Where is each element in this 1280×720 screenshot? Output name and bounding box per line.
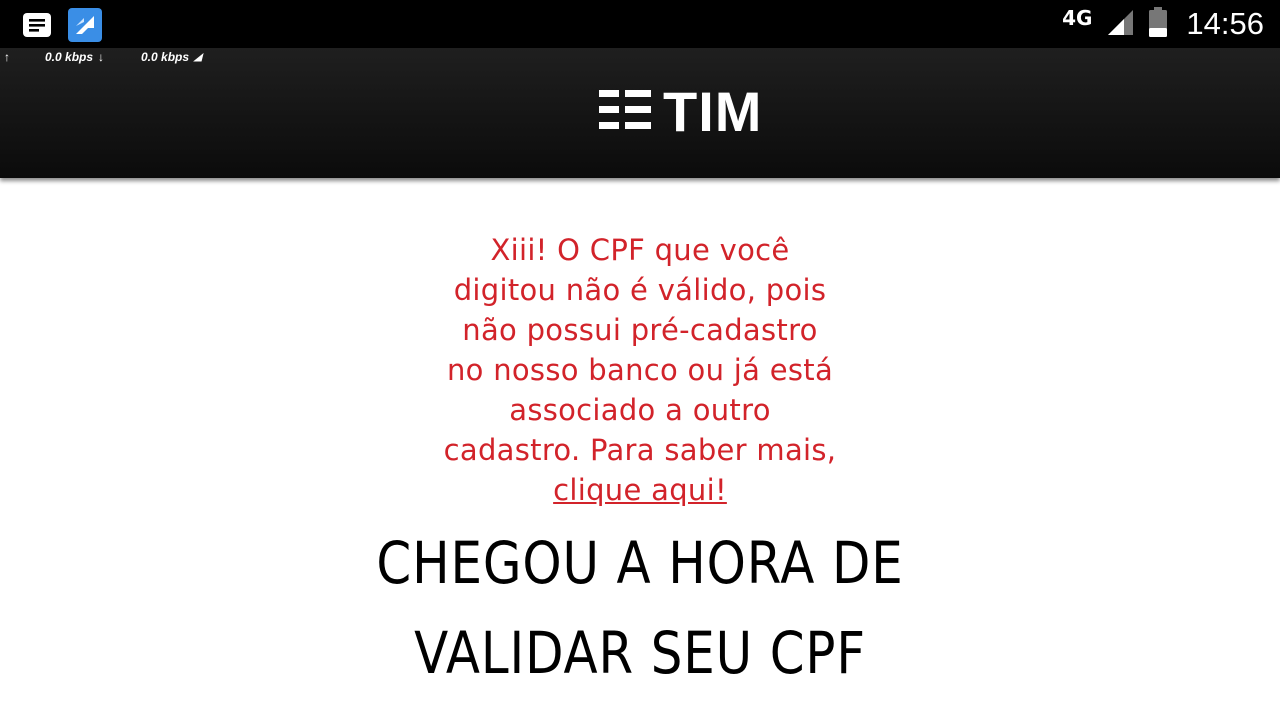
error-line: associado a outro <box>509 393 771 427</box>
mini-signal-icon: ◢ <box>194 52 202 63</box>
download-speed: 0.0 kbps <box>141 50 190 64</box>
tim-logo-mark-icon <box>599 88 651 136</box>
error-line: no nosso banco ou já está <box>446 353 834 387</box>
clock: 14:56 <box>1186 6 1264 41</box>
app-header: TIM <box>0 48 1280 178</box>
tim-logo-text: TIM <box>663 80 763 143</box>
click-here-link[interactable]: clique aqui! <box>553 473 727 507</box>
speed-indicator: ↑ 0.0 kbps ↓ 0.0 kbps ◢ <box>0 48 1280 66</box>
tim-logo: TIM <box>599 80 763 143</box>
status-left <box>22 8 102 42</box>
cpf-error-message: Xiii! O CPF que você digitou não é válid… <box>400 230 880 510</box>
app-icon <box>68 8 102 42</box>
notification-icon <box>22 12 52 38</box>
error-line: Xiii! O CPF que você <box>490 233 790 267</box>
error-line: não possui pré-cadastro <box>462 313 818 347</box>
network-type: 4G <box>1062 6 1093 30</box>
upload-arrow-icon: ↑ <box>4 50 10 64</box>
battery-icon <box>1148 7 1168 41</box>
signal-icon <box>1106 8 1134 40</box>
page-headline: CHEGOU A HORA DE VALIDAR SEU CPF <box>240 518 1040 698</box>
headline-line: CHEGOU A HORA DE <box>376 529 904 597</box>
main-content: Xiii! O CPF que você digitou não é válid… <box>0 178 1280 720</box>
error-line: cadastro. Para saber mais, <box>443 433 837 467</box>
headline-line: VALIDAR SEU CPF <box>414 619 866 687</box>
upload-speed: 0.0 kbps <box>45 50 94 64</box>
status-right: 4G 14:56 <box>1062 0 1264 48</box>
download-arrow-icon: ↓ <box>98 50 104 64</box>
error-line: digitou não é válido, pois <box>453 273 827 307</box>
status-bar: 4G 14:56 <box>0 0 1280 48</box>
